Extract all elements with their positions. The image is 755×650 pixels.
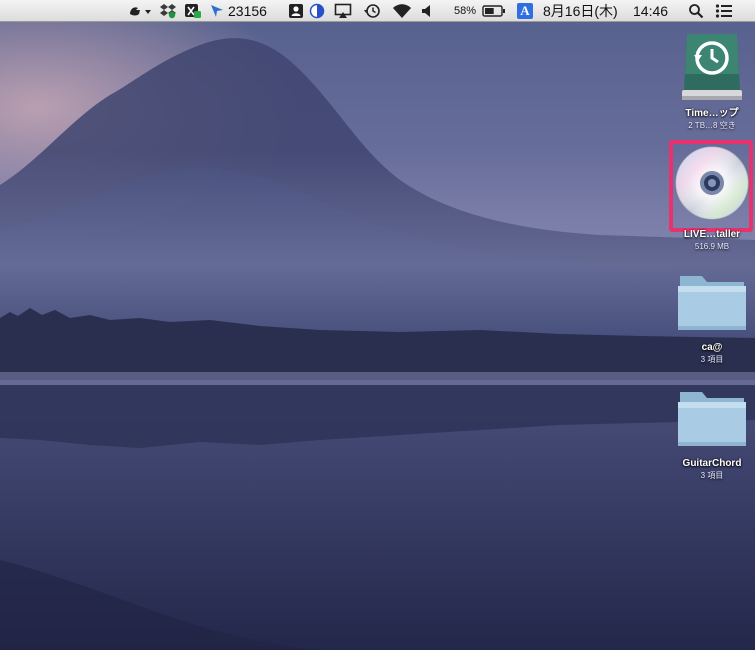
contrast-icon[interactable] [307, 0, 327, 22]
desktop-item-info: 3 項目 [700, 355, 724, 364]
step-counter: 23156 [228, 3, 267, 19]
contact-icon[interactable] [286, 0, 306, 22]
airplay-icon[interactable] [332, 0, 354, 22]
folder-icon [672, 384, 752, 454]
battery-icon[interactable] [481, 0, 507, 22]
menu-time: 14:46 [633, 3, 669, 19]
desktop-item-disk-image[interactable]: LIVE…taller 516.9 MB [664, 145, 755, 252]
menu-bar: 23156 58% A 8月16日(木) 14:46 [0, 0, 755, 22]
battery-percent: 58% [453, 5, 477, 17]
bird-icon[interactable] [126, 0, 154, 22]
desktop-item-info: 516.9 MB [694, 242, 730, 251]
clock[interactable]: 14:46 [633, 0, 675, 22]
desktop-item-label: Time…ップ [685, 108, 739, 119]
folder-icon [672, 268, 752, 338]
desktop-item-label: ca@ [701, 342, 723, 353]
desktop-item-info: 3 項目 [700, 471, 724, 480]
time-machine-icon[interactable] [361, 0, 383, 22]
desktop-item-folder-guitarchord[interactable]: GuitarChord 3 項目 [664, 384, 755, 481]
menu-date: 8月16日(木) [543, 3, 618, 19]
date-display[interactable]: 8月16日(木) [543, 0, 633, 22]
input-method-label: A [520, 3, 530, 18]
notification-center-icon[interactable] [713, 0, 735, 22]
dropbox-icon[interactable] [157, 0, 179, 22]
desktop-item-label: LIVE…taller [683, 229, 741, 240]
desktop-item-folder-ca[interactable]: ca@ 3 項目 [664, 268, 755, 365]
app-badge-icon[interactable] [182, 0, 204, 22]
wifi-icon[interactable] [391, 0, 413, 22]
desktop-item-info: 2 TB…8 空き [688, 121, 736, 130]
disk-image-icon [672, 145, 752, 223]
location-arrow-icon[interactable] [208, 0, 226, 22]
spotlight-search-icon[interactable] [686, 0, 706, 22]
desktop-wallpaper [0, 0, 755, 650]
desktop-item-time-machine[interactable]: Time…ップ 2 TB…8 空き [664, 28, 755, 131]
desktop-item-label: GuitarChord [682, 458, 742, 469]
volume-icon[interactable] [420, 0, 434, 22]
input-method-icon[interactable]: A [515, 0, 535, 22]
time-machine-drive-icon [672, 28, 752, 108]
